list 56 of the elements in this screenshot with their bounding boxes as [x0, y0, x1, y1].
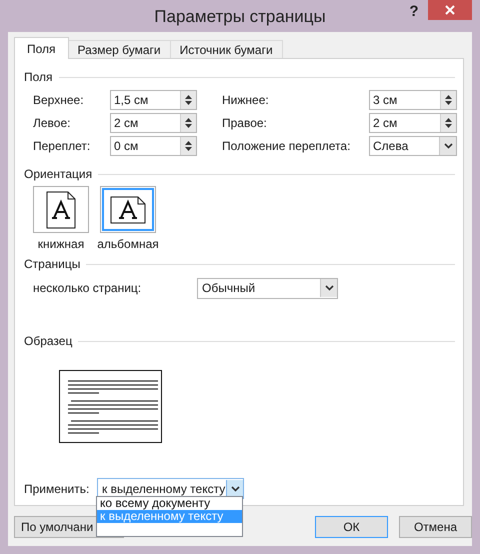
up-arrow-icon: [185, 118, 192, 122]
tab[interactable]: Источник бумаги: [170, 40, 283, 58]
field-label: Нижнее:: [222, 92, 270, 109]
dropdown-option[interactable]: ко всему документу: [97, 497, 242, 510]
field-label: Верхнее:: [33, 92, 85, 109]
section-heading: Страницы: [24, 256, 80, 273]
orientation-button[interactable]: [100, 186, 156, 233]
dropdown-button[interactable]: [226, 480, 243, 498]
section-heading: Поля: [24, 69, 53, 86]
up-arrow-icon: [185, 141, 192, 145]
spin-field[interactable]: 2 см: [369, 113, 457, 133]
orientation-label: книжная: [38, 236, 84, 251]
dialog-button[interactable]: Отмена: [399, 516, 472, 538]
down-arrow-icon: [185, 101, 192, 105]
dropdown-button[interactable]: [439, 137, 456, 155]
down-arrow-icon: [445, 101, 452, 105]
section-heading: Образец: [24, 333, 72, 350]
down-arrow-icon: [445, 124, 452, 128]
spin-buttons[interactable]: [180, 114, 196, 132]
up-arrow-icon: [185, 95, 192, 99]
spin-field[interactable]: 2 см: [110, 113, 197, 133]
dropdown-field[interactable]: Слева: [369, 136, 457, 156]
down-arrow-icon: [185, 124, 192, 128]
dialog-button[interactable]: ОК: [315, 516, 388, 538]
field-label: Переплет:: [33, 138, 92, 155]
field-label: несколько страниц:: [33, 280, 142, 297]
field-label: Положение переплета:: [222, 138, 352, 155]
tab[interactable]: Размер бумаги: [68, 40, 171, 58]
up-arrow-icon: [445, 118, 452, 122]
spin-buttons[interactable]: [440, 91, 456, 109]
spin-field[interactable]: 1,5 см: [110, 90, 197, 110]
dropdown-field[interactable]: Обычный: [197, 278, 338, 298]
spin-buttons[interactable]: [180, 91, 196, 109]
chevron-down-icon: [324, 285, 334, 291]
dropdown-button[interactable]: [320, 279, 337, 297]
tab[interactable]: Поля: [14, 37, 69, 59]
chevron-down-icon: [230, 486, 240, 492]
spin-field[interactable]: 3 см: [369, 90, 457, 110]
field-label: Применить:: [24, 480, 90, 498]
landscape-page-icon: [110, 196, 146, 224]
help-button[interactable]: ?: [406, 1, 422, 21]
down-arrow-icon: [185, 147, 192, 151]
orientation-button[interactable]: [33, 186, 89, 233]
close-icon: [445, 5, 455, 15]
section-heading: Ориентация: [24, 166, 92, 183]
spin-buttons[interactable]: [180, 137, 196, 155]
orientation-label: альбомная: [97, 236, 159, 251]
spin-buttons[interactable]: [440, 114, 456, 132]
window-title: Параметры страницы: [154, 6, 326, 28]
up-arrow-icon: [445, 95, 452, 99]
field-label: Правое:: [222, 115, 268, 132]
portrait-page-icon: [46, 190, 76, 228]
chevron-down-icon: [444, 143, 452, 149]
close-button[interactable]: [428, 0, 472, 20]
spin-field[interactable]: 0 см: [110, 136, 197, 156]
field-label: Левое:: [33, 115, 72, 132]
